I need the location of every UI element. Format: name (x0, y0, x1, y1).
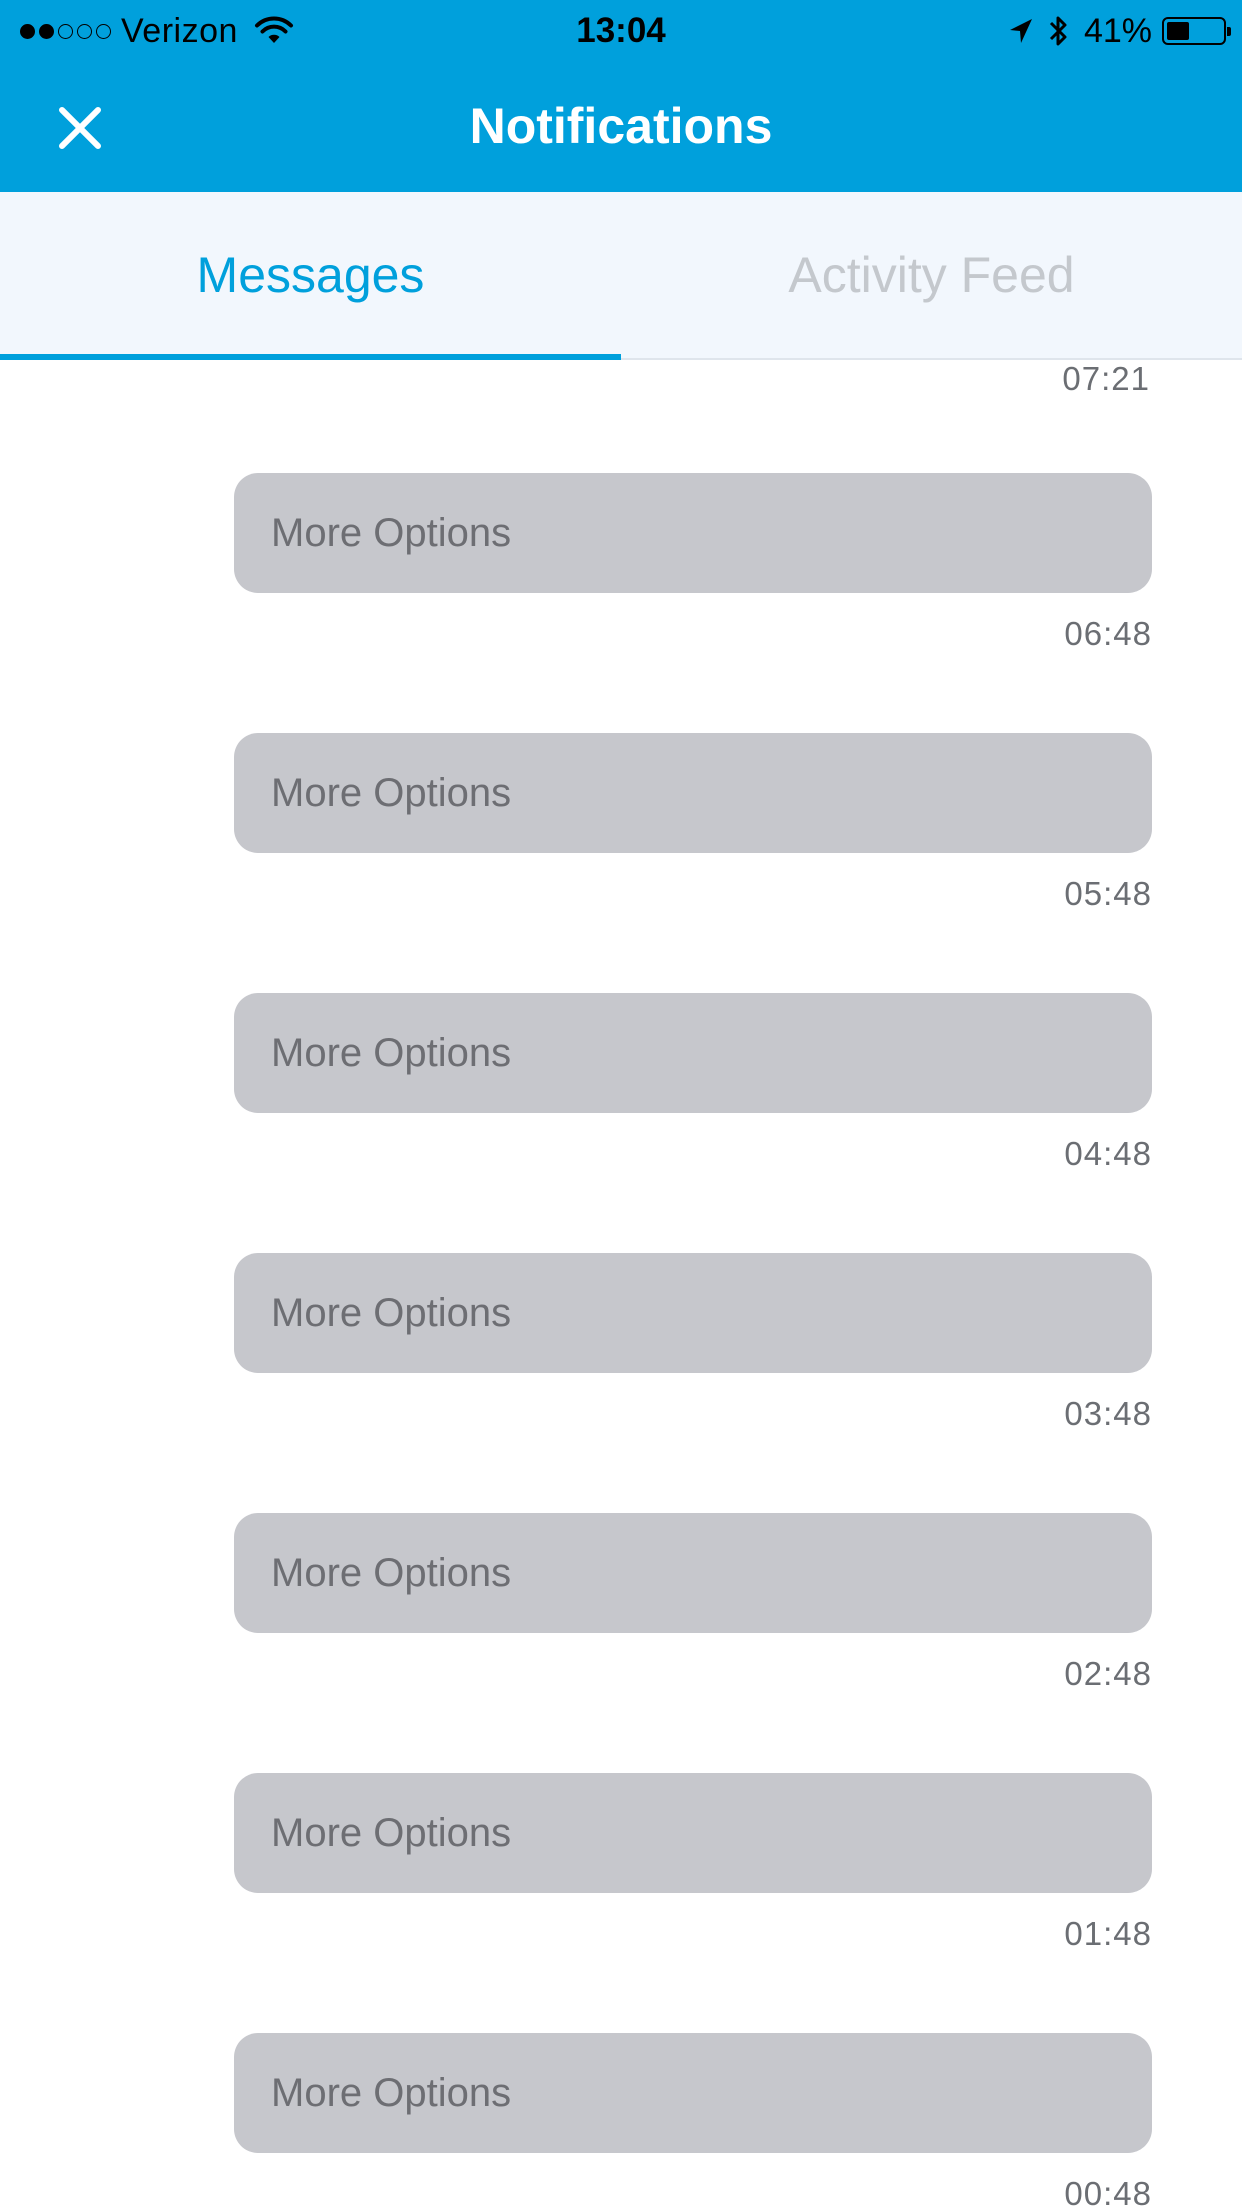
list-item: More Options 00:48 (234, 2033, 1152, 2208)
message-list[interactable]: 07:21 More Options 06:48 More Options 05… (0, 360, 1242, 2208)
more-options-button[interactable]: More Options (234, 1513, 1152, 1633)
list-item: More Options 05:48 (234, 733, 1152, 913)
status-bar: Verizon 13:04 41% (0, 0, 1242, 60)
more-options-button[interactable]: More Options (234, 473, 1152, 593)
location-arrow-icon (1009, 19, 1032, 43)
message-timestamp: 02:48 (1064, 1655, 1152, 1692)
message-timestamp: 04:48 (1064, 1135, 1152, 1172)
notifications-screen: Verizon 13:04 41% Notifications Messages… (0, 0, 1242, 2208)
message-timestamp: 01:48 (1064, 1915, 1152, 1952)
list-item: More Options 03:48 (234, 1253, 1152, 1433)
tab-messages[interactable]: Messages (0, 192, 621, 360)
battery-percentage: 41% (1083, 11, 1152, 50)
more-options-button[interactable]: More Options (234, 2033, 1152, 2153)
tab-activity-feed[interactable]: Activity Feed (621, 192, 1242, 358)
message-timestamp: 06:48 (1064, 615, 1152, 652)
message-timestamp: 07:21 (1062, 360, 1150, 397)
battery-icon (1162, 17, 1231, 45)
message-timestamp: 05:48 (1064, 875, 1152, 912)
more-options-button[interactable]: More Options (234, 1773, 1152, 1893)
status-bar-right: 41% (1008, 10, 1231, 52)
navigation-bar: Notifications (0, 60, 1242, 192)
page-title: Notifications (469, 98, 773, 154)
list-item: More Options 04:48 (234, 993, 1152, 1173)
more-options-button[interactable]: More Options (234, 993, 1152, 1113)
list-item: More Options 02:48 (234, 1513, 1152, 1693)
message-timestamp: 03:48 (1064, 1395, 1152, 1432)
more-options-button[interactable]: More Options (234, 1253, 1152, 1373)
list-item: More Options 06:48 (234, 473, 1152, 653)
tab-bar: Messages Activity Feed (0, 192, 1242, 360)
battery-level-fill (1167, 22, 1189, 40)
list-item: More Options 01:48 (234, 1773, 1152, 1953)
bluetooth-icon (1049, 16, 1067, 46)
message-timestamp: 00:48 (1064, 2175, 1152, 2208)
more-options-button[interactable]: More Options (234, 733, 1152, 853)
